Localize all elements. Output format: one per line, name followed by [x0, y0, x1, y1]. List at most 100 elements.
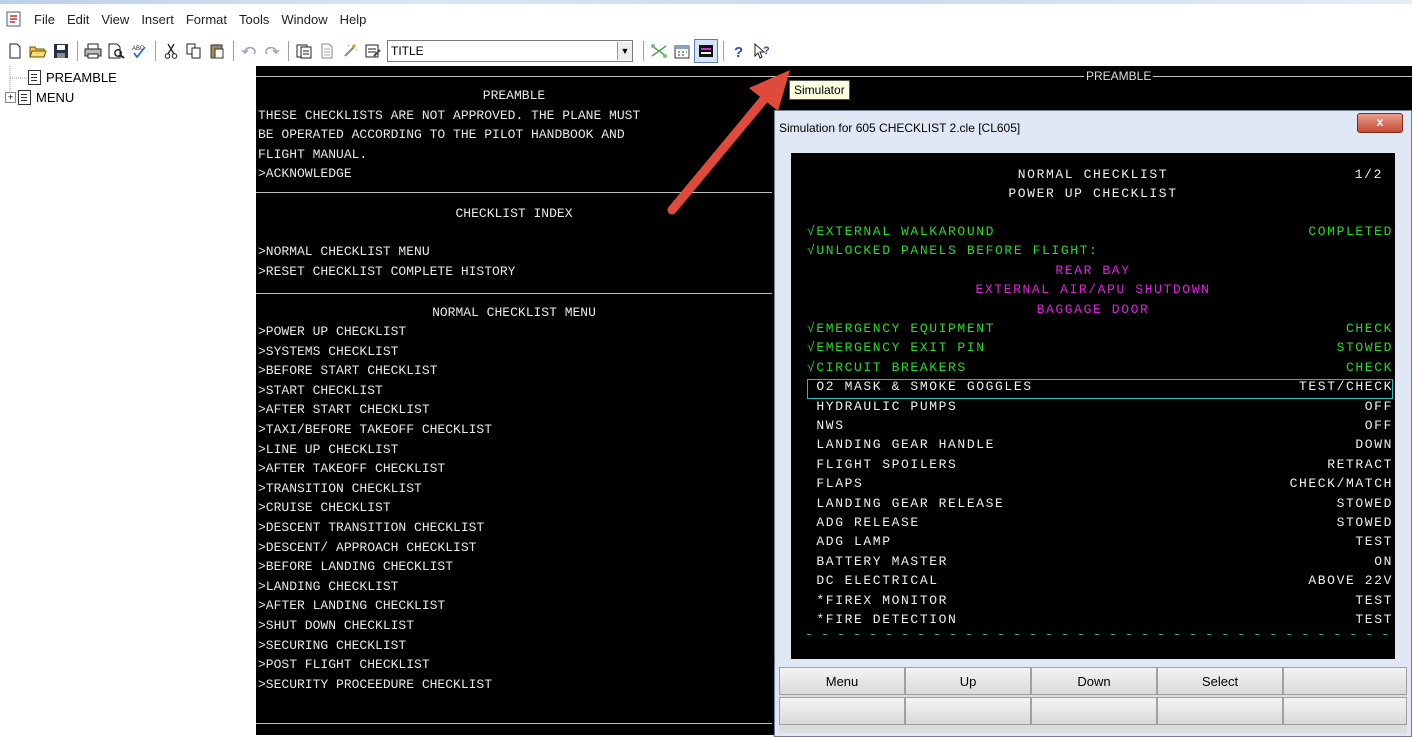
style-combo[interactable]: TITLE ▼ [387, 40, 633, 62]
soft-button-5[interactable] [1283, 667, 1407, 695]
checklist-menu-item[interactable]: >CRUISE CHECKLIST [258, 500, 391, 515]
document-icon [28, 70, 41, 85]
help-icon[interactable]: ? [728, 40, 750, 62]
document-icon[interactable] [316, 40, 338, 62]
checklist-menu-item[interactable]: >AFTER LANDING CHECKLIST [258, 598, 445, 613]
checklist-item-value: TEST [1355, 534, 1393, 550]
menu-format[interactable]: Format [180, 12, 233, 27]
down-button[interactable]: Down [1031, 667, 1157, 695]
checklist-subitem: REAR BAY [1055, 262, 1131, 278]
insert-page-icon[interactable] [293, 40, 315, 62]
checklist-menu-item[interactable]: >SECURITY PROCEEDURE CHECKLIST [258, 677, 492, 692]
checklist-item-value: TEST [1355, 612, 1393, 627]
save-icon[interactable] [50, 40, 72, 62]
up-button[interactable]: Up [905, 667, 1031, 695]
magic-icon[interactable] [339, 40, 361, 62]
soft-button-6[interactable] [779, 697, 905, 725]
checklist-menu-item[interactable]: >TRANSITION CHECKLIST [258, 481, 422, 496]
spell-check-icon[interactable]: ABC [128, 40, 150, 62]
checklist-item-value: CHECK [1345, 359, 1393, 375]
checklist-item-value: CHECK/MATCH [1289, 476, 1393, 492]
menu-view[interactable]: View [95, 12, 135, 27]
menu-insert[interactable]: Insert [135, 12, 180, 27]
undo-icon[interactable] [238, 40, 260, 62]
paste-icon[interactable] [206, 40, 228, 62]
simulator-icon[interactable] [694, 39, 718, 63]
checklist-item: LANDING GEAR HANDLE [807, 437, 996, 453]
menu-button[interactable]: Menu [779, 667, 905, 695]
checklist-menu-item[interactable]: >START CHECKLIST [258, 383, 383, 398]
checklist-item: ADG LAMP [807, 534, 892, 550]
checklist-menu-item[interactable]: >BEFORE START CHECKLIST [258, 363, 437, 378]
tree-item-label: MENU [36, 90, 75, 105]
new-icon[interactable] [4, 40, 26, 62]
soft-button-8[interactable] [1031, 697, 1157, 725]
title-strip [0, 0, 1412, 4]
checklist-menu-item[interactable]: >BEFORE LANDING CHECKLIST [258, 559, 453, 574]
simulator-link-icon[interactable] [648, 40, 670, 62]
checklist-menu-item[interactable]: >SYSTEMS CHECKLIST [258, 344, 398, 359]
print-icon[interactable] [82, 40, 104, 62]
properties-icon[interactable] [362, 40, 384, 62]
select-button[interactable]: Select [1157, 667, 1283, 695]
acknowledge-link[interactable]: >ACKNOWLEDGE [258, 166, 352, 181]
menu-help[interactable]: Help [334, 12, 373, 27]
menu-window[interactable]: Window [275, 12, 333, 27]
menu-edit[interactable]: Edit [61, 12, 95, 27]
close-button[interactable]: x [1357, 113, 1403, 133]
display-footer-line: - - - - - - - - - - - - - - - - - - - - … [805, 627, 1390, 642]
checklist-menu-item[interactable]: >SHUT DOWN CHECKLIST [258, 618, 414, 633]
checklist-item: √EMERGENCY EXIT PIN [807, 340, 986, 356]
svg-text:?: ? [734, 44, 743, 59]
tree-item-menu[interactable]: MENU [18, 90, 74, 105]
soft-button-9[interactable] [1157, 697, 1283, 725]
checklist-item-value: STOWED [1336, 495, 1393, 511]
checklist-menu-item[interactable]: >LINE UP CHECKLIST [258, 442, 398, 457]
index-item[interactable]: >NORMAL CHECKLIST MENU [258, 244, 430, 259]
checklist-item-value: CHECK [1345, 321, 1393, 336]
checklist-menu-item[interactable]: >SECURING CHECKLIST [258, 638, 406, 653]
soft-button-bar: Menu Up Down Select [779, 667, 1407, 733]
checklist-subitem: EXTERNAL AIR/APU SHUTDOWN [975, 282, 1211, 298]
app-icon [6, 11, 22, 27]
checklist-subitem: BAGGAGE DOOR [1036, 301, 1150, 317]
menu-tools[interactable]: Tools [233, 12, 275, 27]
chevron-down-icon[interactable]: ▼ [617, 42, 632, 60]
simulator-tooltip: Simulator [789, 80, 850, 100]
page-indicator: 1/2 [1354, 167, 1383, 182]
checklist-menu-item[interactable]: >POST FLIGHT CHECKLIST [258, 657, 430, 672]
cut-icon[interactable] [160, 40, 182, 62]
open-icon[interactable] [27, 40, 49, 62]
divider [256, 723, 772, 724]
checklist-editor[interactable]: PREAMBLE THESE CHECKLISTS ARE NOT APPROV… [256, 66, 772, 735]
checklist-menu-item[interactable]: >LANDING CHECKLIST [258, 579, 398, 594]
checklist-menu-item[interactable]: >TAXI/BEFORE TAKEOFF CHECKLIST [258, 422, 492, 437]
checklist-menu-item[interactable]: >AFTER START CHECKLIST [258, 402, 430, 417]
tree-item-preamble[interactable]: PREAMBLE [28, 70, 117, 85]
calendar-icon[interactable] [671, 40, 693, 62]
checklist-menu-item[interactable]: >DESCENT/ APPROACH CHECKLIST [258, 540, 476, 555]
checklist-item: √EXTERNAL WALKAROUND [807, 224, 996, 239]
print-preview-icon[interactable] [105, 40, 127, 62]
checklist-menu-item[interactable]: >POWER UP CHECKLIST [258, 324, 406, 339]
checklist-item: FLAPS [807, 476, 864, 492]
checklist-item-value: STOWED [1336, 340, 1393, 356]
checklist-menu-item[interactable]: >DESCENT TRANSITION CHECKLIST [258, 520, 484, 535]
divider [256, 76, 772, 77]
context-help-icon[interactable]: ? [751, 40, 773, 62]
index-item[interactable]: >RESET CHECKLIST COMPLETE HISTORY [258, 264, 515, 279]
preamble-line: BE OPERATED ACCORDING TO THE PILOT HANDB… [258, 127, 625, 142]
display-header: NORMAL CHECKLIST [1017, 167, 1169, 182]
toolbar-separator [77, 41, 78, 61]
menu-file[interactable]: File [28, 12, 61, 27]
expand-toggle[interactable]: + [5, 92, 16, 103]
soft-button-10[interactable] [1283, 697, 1407, 725]
checklist-item-value: COMPLETED [1308, 224, 1393, 239]
checklist-display[interactable]: NORMAL CHECKLIST 1/2 POWER UP CHECKLIST … [791, 153, 1395, 659]
soft-button-7[interactable] [905, 697, 1031, 725]
menu-bar: File Edit View Insert Format Tools Windo… [0, 8, 1412, 30]
checklist-menu-item[interactable]: >AFTER TAKEOFF CHECKLIST [258, 461, 445, 476]
copy-icon[interactable] [183, 40, 205, 62]
redo-icon[interactable] [261, 40, 283, 62]
checklist-item-value: ON [1374, 553, 1393, 569]
